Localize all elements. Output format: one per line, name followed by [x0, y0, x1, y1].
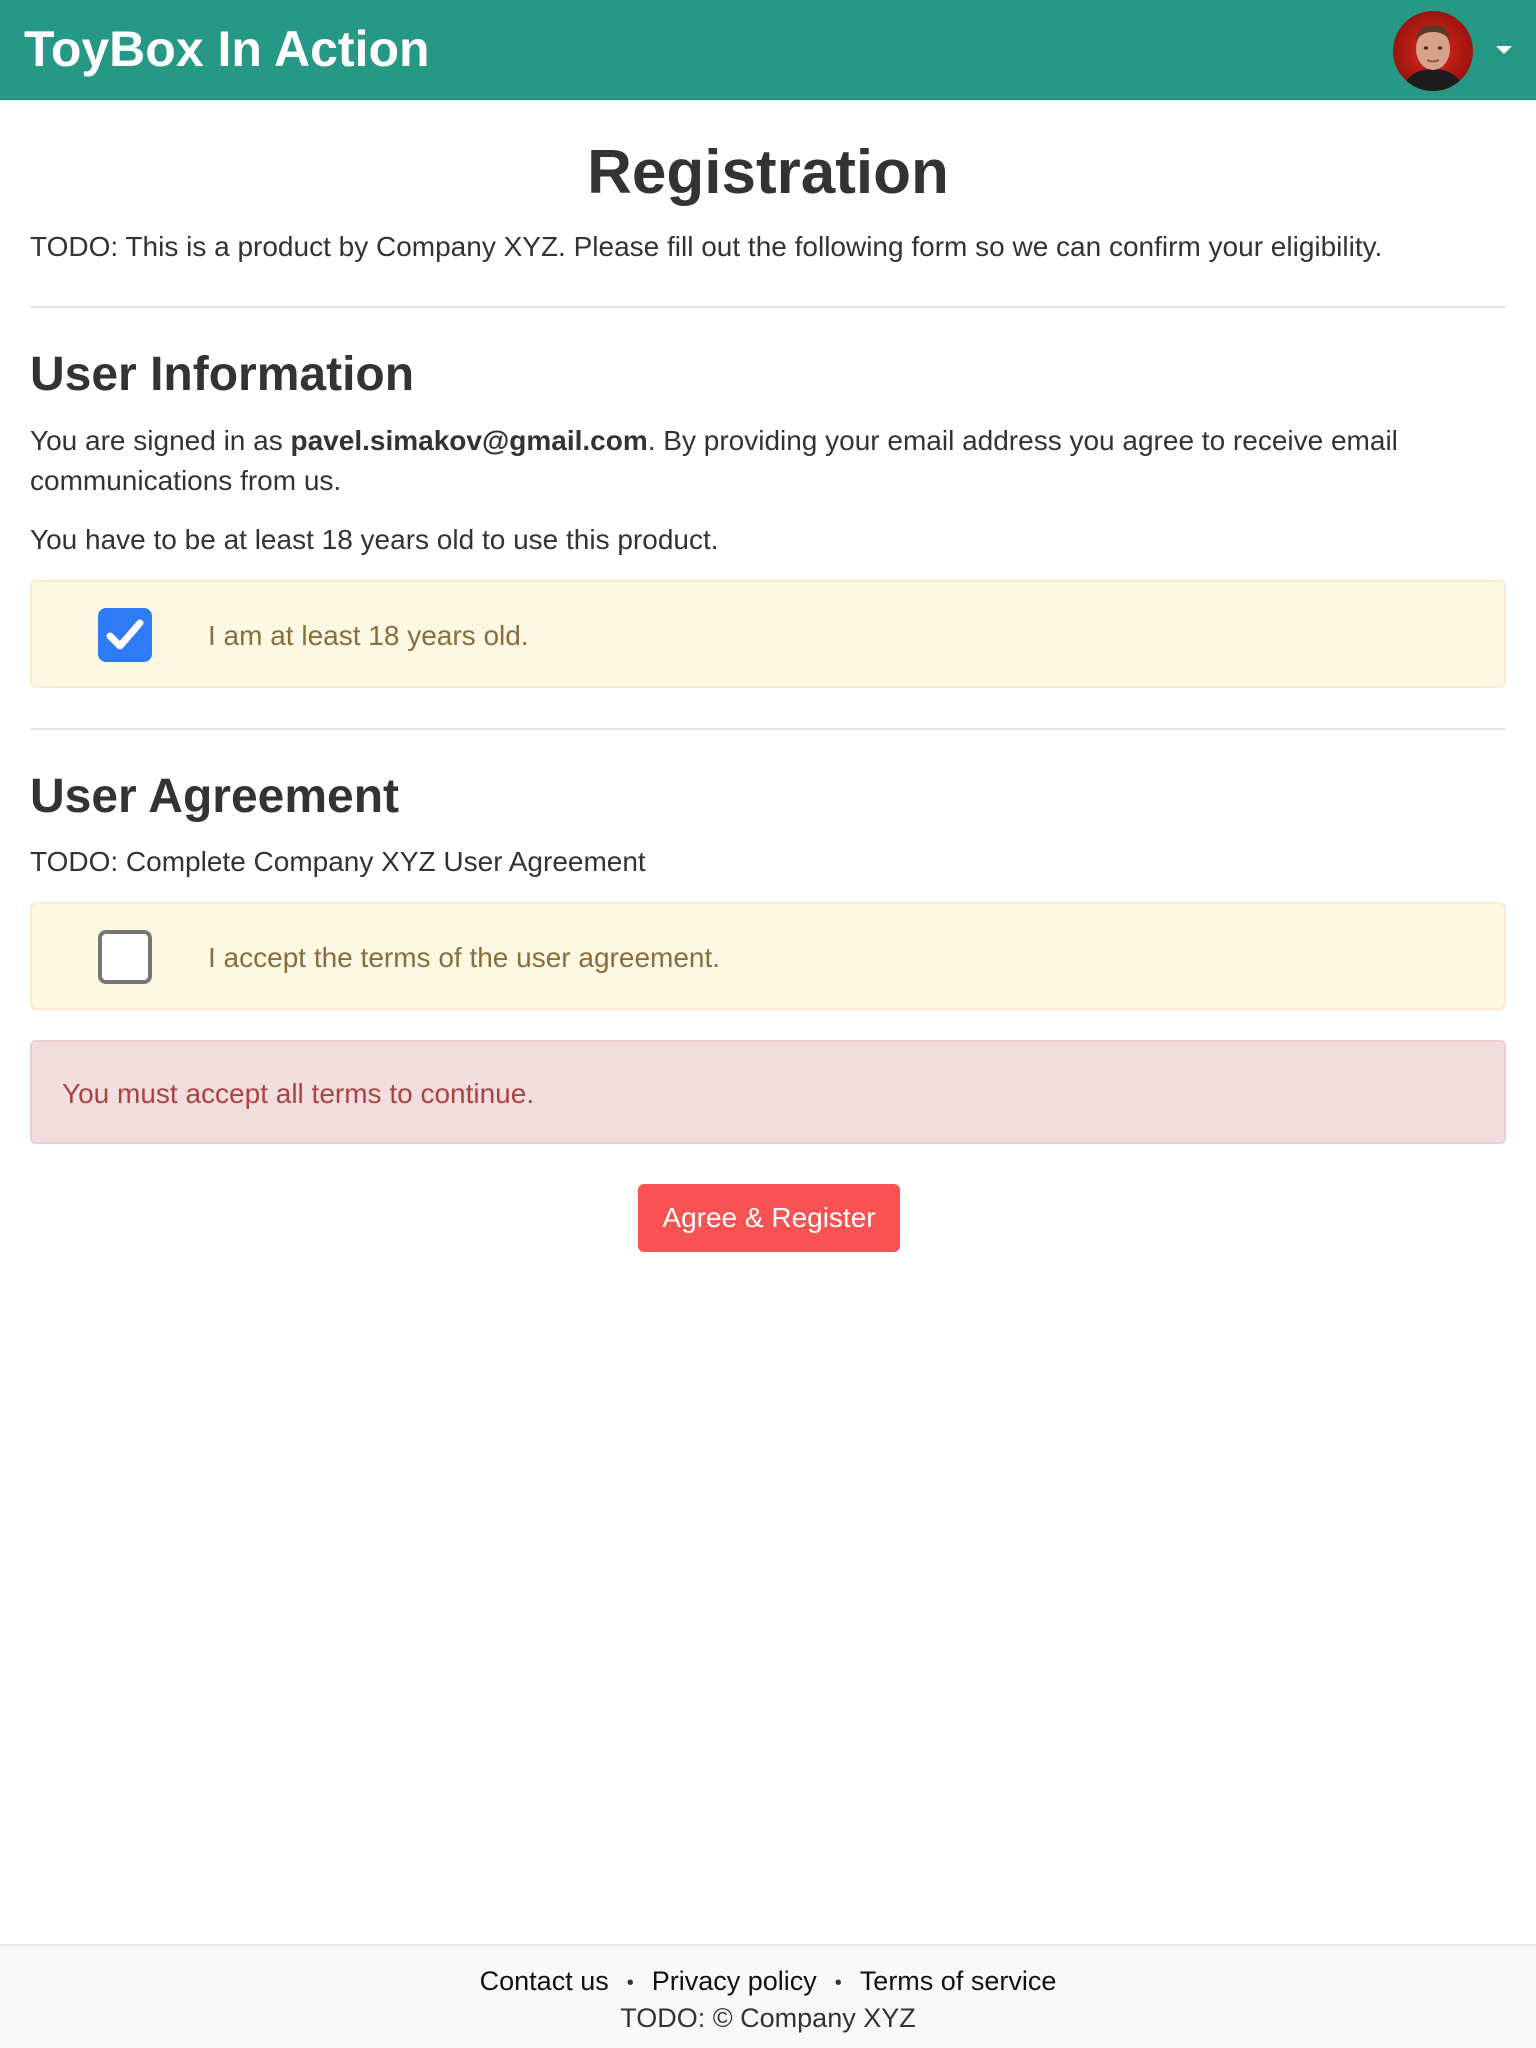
footer-links: Contact us • Privacy policy • Terms of servi…	[0, 1962, 1536, 2002]
error-message: You must accept all terms to continue.	[62, 1078, 535, 1109]
divider	[30, 306, 1506, 308]
privacy-policy-link[interactable]: Privacy policy	[652, 1966, 817, 1996]
top-navbar: ToyBox In Action	[0, 0, 1536, 100]
user-email: pavel.simakov@gmail.com	[290, 425, 648, 456]
checkmark-icon	[106, 619, 144, 650]
age-checkbox[interactable]	[98, 608, 152, 662]
terms-checkbox[interactable]	[98, 930, 152, 984]
page-title: Registration	[587, 138, 949, 207]
intro-text: TODO: This is a product by Company XYZ. …	[30, 231, 1383, 262]
signed-in-prefix: You are signed in as	[30, 425, 291, 456]
age-requirement-text: You have to be at least 18 years old to …	[30, 524, 719, 555]
agreement-text: TODO: Complete Company XYZ User Agreemen…	[30, 846, 646, 877]
divider	[30, 728, 1506, 730]
avatar[interactable]	[1393, 11, 1473, 91]
footer: Contact us • Privacy policy • Terms of servi…	[0, 1944, 1536, 2048]
terms-of-service-link[interactable]: Terms of service	[860, 1966, 1057, 1996]
app-brand[interactable]: ToyBox In Action	[24, 18, 430, 80]
error-alert: You must accept all terms to continue.	[30, 1040, 1506, 1144]
copyright: TODO: © Company XYZ	[620, 2003, 916, 2033]
user-information-heading: User Information	[30, 348, 415, 401]
user-agreement-heading: User Agreement	[30, 770, 400, 823]
age-checkbox-label[interactable]: I am at least 18 years old.	[208, 616, 529, 656]
footer-separator: •	[834, 1971, 842, 1994]
user-menu-button[interactable]	[1393, 11, 1523, 91]
signed-in-text: You are signed in as pavel.simakov@gmail…	[30, 421, 1506, 501]
agree-register-button[interactable]: Agree & Register	[638, 1184, 900, 1252]
terms-checkbox-label[interactable]: I accept the terms of the user agreement…	[208, 938, 720, 978]
chevron-down-icon[interactable]	[1496, 46, 1512, 54]
age-confirm-panel: I am at least 18 years old.	[30, 580, 1506, 688]
terms-confirm-panel: I accept the terms of the user agreement…	[30, 902, 1506, 1010]
contact-us-link[interactable]: Contact us	[480, 1966, 609, 1996]
footer-separator: •	[626, 1971, 634, 1994]
